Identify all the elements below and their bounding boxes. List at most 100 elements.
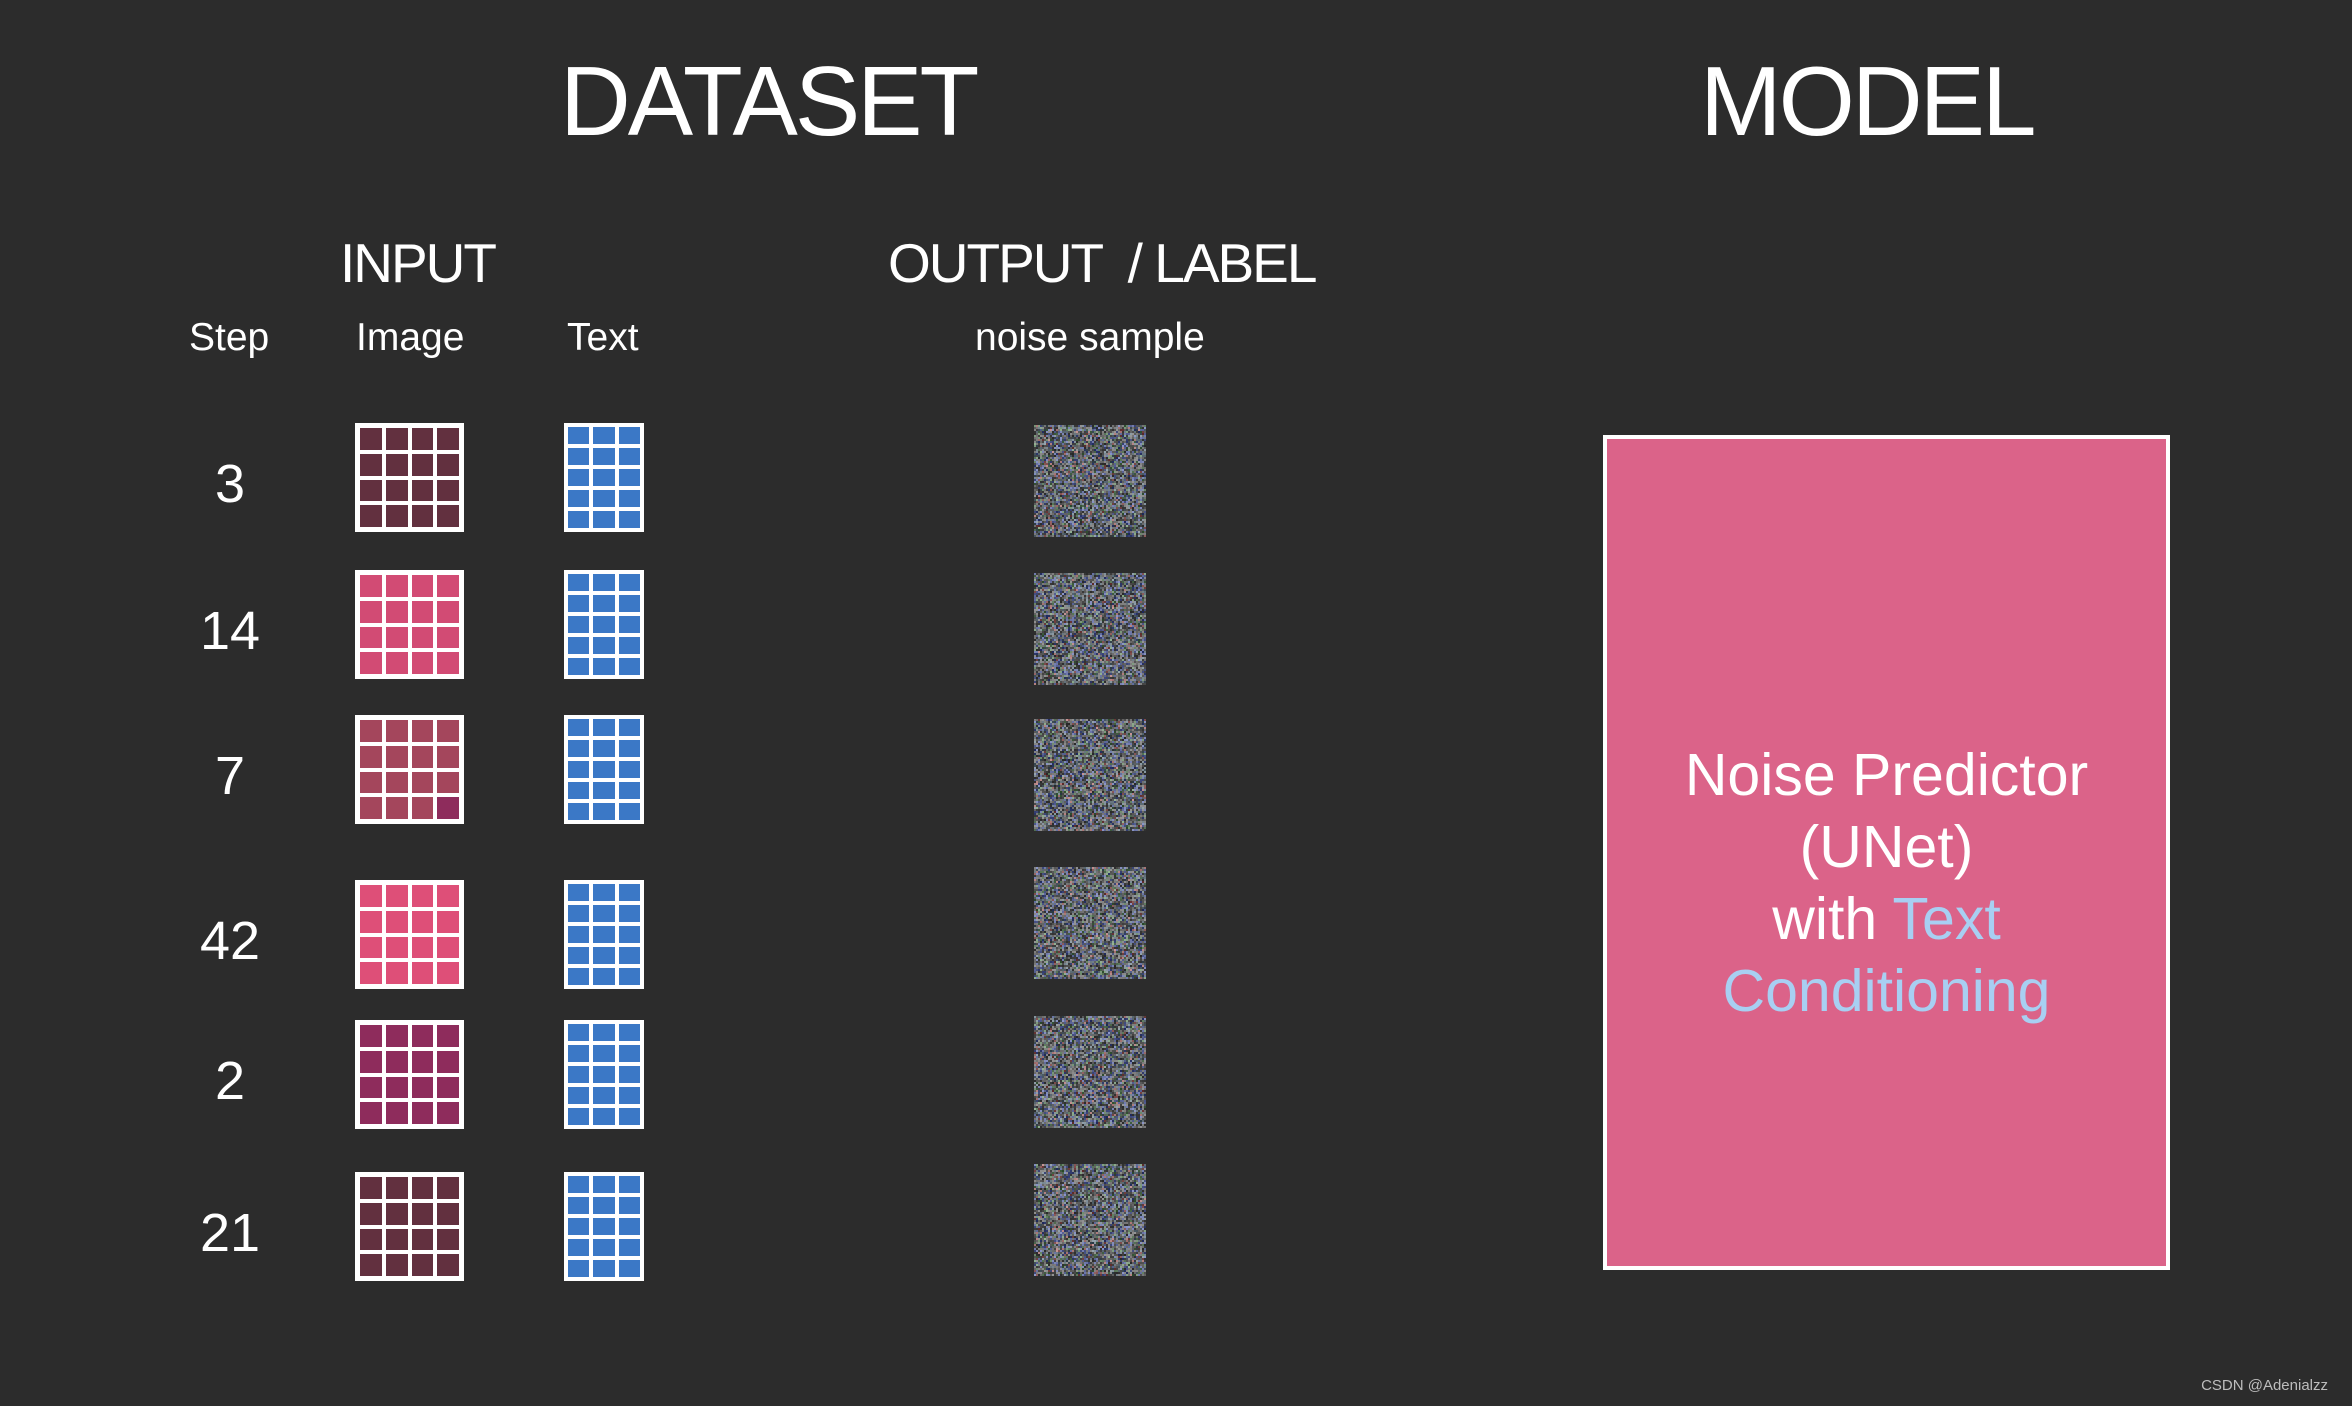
text-grid-cell <box>568 1087 590 1104</box>
image-grid-cell <box>385 1076 408 1099</box>
text-grid-cell <box>568 595 590 612</box>
text-grid-cell <box>618 1066 640 1083</box>
text-grid-cell <box>593 574 615 591</box>
model-text-highlight: Text <box>1892 885 2001 952</box>
image-grid-cell <box>437 1102 459 1124</box>
text-grid-cell <box>593 1260 615 1277</box>
noise-sample-image <box>1034 719 1146 831</box>
model-conditioning-highlight: Conditioning <box>1722 957 2051 1024</box>
text-grid-cell <box>618 1176 640 1193</box>
image-grid-cell <box>411 1025 434 1047</box>
text-grid-cell <box>618 1260 640 1277</box>
image-grid-cell <box>411 505 434 527</box>
text-grid-cell <box>593 884 615 901</box>
image-grid-cell <box>437 626 459 649</box>
image-grid-cell <box>385 745 408 768</box>
text-grid-cell <box>568 616 590 633</box>
step-value: 21 <box>199 1203 261 1263</box>
image-grid-cell <box>437 505 459 527</box>
image-grid-cell <box>411 771 434 794</box>
text-grid-cell <box>593 740 615 757</box>
image-grid-cell <box>411 1177 434 1199</box>
text-grid-cell <box>618 448 640 465</box>
text-grid-cell <box>618 1218 640 1235</box>
text-grid-cell <box>618 968 640 985</box>
text-grid-cell <box>593 1197 615 1214</box>
text-grid-cell <box>593 1218 615 1235</box>
image-grid-cell <box>437 936 459 959</box>
text-grid-cell <box>568 947 590 964</box>
image-grid-cell <box>437 797 459 819</box>
image-grid-cell <box>411 1228 434 1251</box>
text-grid-cell <box>568 490 590 507</box>
image-grid-cell <box>411 453 434 476</box>
text-grid-cell <box>593 469 615 486</box>
text-grid-cell <box>568 1218 590 1235</box>
noise-sample-image <box>1034 573 1146 685</box>
image-grid-cell <box>411 962 434 984</box>
image-grid-cell <box>437 600 459 623</box>
image-grid-cell <box>360 1177 382 1199</box>
image-grid-cell <box>437 720 459 742</box>
image-grid-cell <box>360 720 382 742</box>
text-grid-cell <box>568 1045 590 1062</box>
step-value: 14 <box>199 601 261 661</box>
image-grid-cell <box>437 652 459 674</box>
text-grid-cell <box>568 469 590 486</box>
text-grid-cell <box>593 595 615 612</box>
text-grid-cell <box>618 803 640 820</box>
model-line-2: (UNet) <box>1799 813 1974 880</box>
noise-sample-image <box>1034 425 1146 537</box>
image-grid-cell <box>385 1202 408 1225</box>
text-grid-cell <box>593 511 615 528</box>
image-latent-grid <box>355 715 464 824</box>
image-grid-cell <box>385 428 408 450</box>
text-grid-cell <box>568 1066 590 1083</box>
image-grid-cell <box>385 1177 408 1199</box>
text-grid-cell <box>593 719 615 736</box>
image-grid-cell <box>385 453 408 476</box>
text-grid-cell <box>618 926 640 943</box>
image-grid-cell <box>360 885 382 907</box>
text-grid-cell <box>618 1239 640 1256</box>
input-header: INPUT <box>340 232 497 294</box>
text-grid-cell <box>568 574 590 591</box>
step-value: 7 <box>214 746 246 806</box>
image-latent-grid <box>355 1172 464 1281</box>
text-grid-cell <box>593 1239 615 1256</box>
image-grid-cell <box>360 910 382 933</box>
text-grid-cell <box>568 1176 590 1193</box>
text-grid-cell <box>568 658 590 675</box>
image-grid-cell <box>437 962 459 984</box>
text-grid-cell <box>618 947 640 964</box>
text-column-header: Text <box>567 316 639 359</box>
text-grid-cell <box>568 1108 590 1125</box>
text-grid-cell <box>618 574 640 591</box>
text-grid-cell <box>568 1239 590 1256</box>
image-grid-cell <box>360 745 382 768</box>
noise-sample-image <box>1034 867 1146 979</box>
image-grid-cell <box>360 1076 382 1099</box>
image-grid-cell <box>411 479 434 502</box>
text-grid-cell <box>593 761 615 778</box>
text-embedding-grid <box>564 570 644 679</box>
noise-sample-image <box>1034 1164 1146 1276</box>
image-grid-cell <box>437 1025 459 1047</box>
text-embedding-grid <box>564 880 644 989</box>
image-grid-cell <box>360 771 382 794</box>
text-grid-cell <box>618 1087 640 1104</box>
image-grid-cell <box>360 652 382 674</box>
text-embedding-grid <box>564 1020 644 1129</box>
text-grid-cell <box>568 448 590 465</box>
text-grid-cell <box>618 637 640 654</box>
image-column-header: Image <box>356 316 465 359</box>
image-grid-cell <box>385 771 408 794</box>
text-grid-cell <box>593 637 615 654</box>
step-value: 2 <box>214 1051 246 1111</box>
model-line-3-prefix: with <box>1772 885 1893 952</box>
noise-predictor-box: Noise Predictor (UNet) with Text Conditi… <box>1603 435 2170 1270</box>
step-column-header: Step <box>189 316 270 359</box>
model-line-3: with Text <box>1685 883 2088 955</box>
image-latent-grid <box>355 570 464 679</box>
text-grid-cell <box>568 1197 590 1214</box>
